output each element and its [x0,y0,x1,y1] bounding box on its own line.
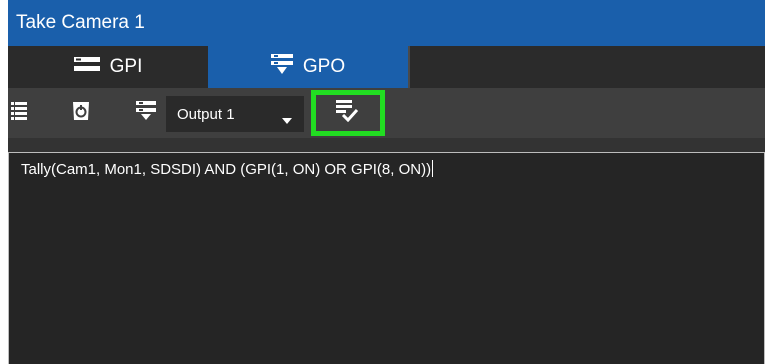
list-icon [11,101,27,125]
trigger-icon [72,101,90,126]
tab-gpo-label: GPO [302,56,346,77]
list-button[interactable] [8,88,30,138]
apply-check-icon [334,99,359,127]
expression-line: Tally(Cam1, Mon1, SDSDI) AND (GPI(1, ON)… [21,160,434,178]
output-select[interactable]: Output 1 [166,96,304,132]
expression-text: Tally(Cam1, Mon1, SDSDI) AND (GPI(1, ON)… [21,161,432,178]
tab-bar: GPI GPO [8,46,765,88]
tab-gpi[interactable]: GPI [8,46,208,88]
chevron-down-icon [282,111,292,128]
output-button[interactable] [132,88,160,138]
toolbar: Output 1 [8,88,765,138]
window-title: Take Camera 1 [8,0,765,46]
gpi-icon [73,56,100,78]
tab-gpi-label: GPI [109,56,143,77]
text-cursor [432,160,434,177]
output-select-value: Output 1 [177,105,235,123]
trigger-button[interactable] [66,88,96,138]
apply-button[interactable] [308,88,384,138]
tab-gpo[interactable]: GPO [208,46,408,88]
tab-divider [408,46,410,88]
gpo-output-icon [136,101,156,125]
gpo-icon [270,54,293,80]
take-camera-panel: Take Camera 1 GPI GPO Output 1 Tally(Cam… [8,0,765,364]
expression-editor[interactable]: Tally(Cam1, Mon1, SDSDI) AND (GPI(1, ON)… [8,152,765,364]
